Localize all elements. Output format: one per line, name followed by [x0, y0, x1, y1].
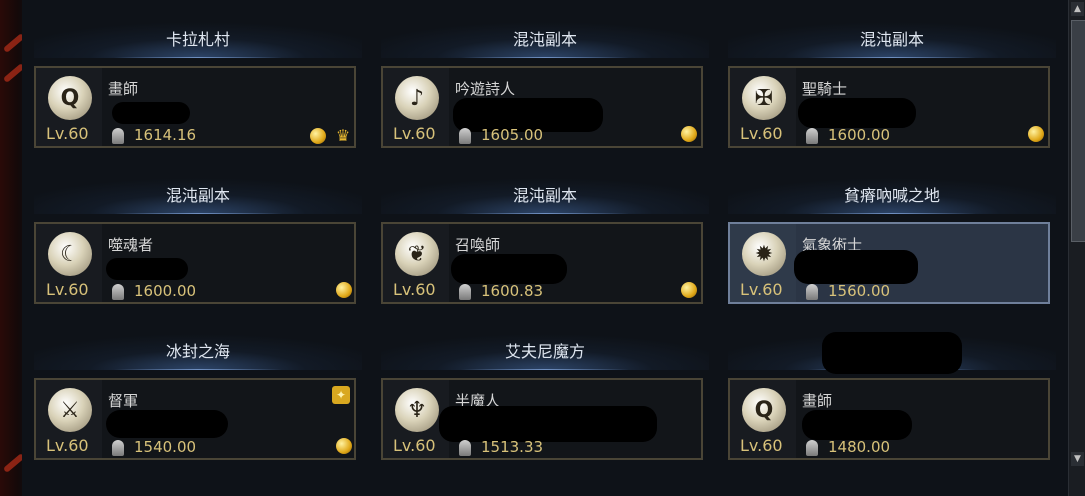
- character-slot: 混沌副本 ✠ Lv.60 聖騎士 1600.00: [728, 0, 1056, 156]
- character-card[interactable]: ✠ Lv.60 聖騎士 1600.00: [728, 66, 1050, 148]
- scroll-up-arrow-icon[interactable]: ▲: [1071, 2, 1084, 16]
- redacted-name: [112, 102, 190, 124]
- warlord-emblem-icon: ⚔: [48, 388, 92, 432]
- character-card[interactable]: ☾ Lv.60 噬魂者 1600.00: [34, 222, 356, 304]
- character-card[interactable]: ❦ Lv.60 召喚師 1600.83: [381, 222, 703, 304]
- location-label: 混沌副本: [381, 22, 709, 58]
- redacted-location: [822, 332, 962, 374]
- location-label: 混沌副本: [34, 178, 362, 214]
- gift-icon[interactable]: ✦: [332, 386, 350, 404]
- character-slot: 卡拉札村 Q Lv.60 畫師 1614.16 ♛: [34, 0, 362, 156]
- coin-icon: [310, 128, 326, 144]
- item-level: 1605.00: [481, 126, 544, 144]
- coin-icon: [336, 438, 352, 454]
- helmet-icon: [806, 284, 818, 300]
- location-label: 艾夫尼魔方: [381, 334, 709, 370]
- character-card[interactable]: ♪ Lv.60 吟遊詩人 1605.00: [381, 66, 703, 148]
- helmet-icon: [806, 440, 818, 456]
- character-slot: Q Lv.60 畫師 1480.00: [728, 312, 1056, 468]
- character-card[interactable]: Q Lv.60 畫師 1480.00: [728, 378, 1050, 460]
- scrollbar-thumb[interactable]: [1071, 20, 1085, 242]
- coin-icon: [681, 126, 697, 142]
- item-level: 1480.00: [828, 438, 891, 456]
- coin-icon: [681, 282, 697, 298]
- redacted-name: [798, 98, 916, 128]
- redacted-name: [106, 410, 228, 438]
- class-label: 督軍: [108, 392, 139, 410]
- location-label: 冰封之海: [34, 334, 362, 370]
- artist-emblem-icon: Q: [742, 388, 786, 432]
- class-label: 召喚師: [455, 236, 501, 254]
- redacted-name: [794, 250, 918, 284]
- class-label: 噬魂者: [108, 236, 154, 254]
- character-slot: 貧瘠吶喊之地 ✹ Lv.60 氣象術士 1560.00: [728, 156, 1056, 312]
- redacted-name: [106, 258, 188, 280]
- level-label: Lv.60: [393, 124, 436, 143]
- level-label: Lv.60: [393, 280, 436, 299]
- character-slot: 混沌副本 ♪ Lv.60 吟遊詩人 1605.00: [381, 0, 709, 156]
- redacted-name: [439, 406, 657, 442]
- character-card[interactable]: Q Lv.60 畫師 1614.16 ♛: [34, 66, 356, 148]
- artist-emblem-icon: Q: [48, 76, 92, 120]
- class-label: 畫師: [802, 392, 833, 410]
- item-level: 1600.00: [134, 282, 197, 300]
- location-label: 混沌副本: [381, 178, 709, 214]
- item-level: 1614.16: [134, 126, 197, 144]
- level-label: Lv.60: [46, 436, 89, 455]
- class-label: 吟遊詩人: [455, 80, 516, 98]
- crown-icon: ♛: [335, 126, 351, 145]
- item-level: 1600.00: [828, 126, 891, 144]
- helmet-icon: [112, 440, 124, 456]
- coin-icon: [1028, 126, 1044, 142]
- coin-icon: [336, 282, 352, 298]
- level-label: Lv.60: [740, 124, 783, 143]
- scroll-down-arrow-icon[interactable]: ▼: [1071, 452, 1084, 466]
- character-card[interactable]: ♆ Lv.60 半魔人 1513.33: [381, 378, 703, 460]
- helmet-icon: [806, 128, 818, 144]
- character-card-selected[interactable]: ✹ Lv.60 氣象術士 1560.00: [728, 222, 1050, 304]
- helmet-icon: [112, 284, 124, 300]
- helmet-icon: [112, 128, 124, 144]
- bard-emblem-icon: ♪: [395, 76, 439, 120]
- location-label: 卡拉札村: [34, 22, 362, 58]
- location-label: 混沌副本: [728, 22, 1056, 58]
- paladin-emblem-icon: ✠: [742, 76, 786, 120]
- helmet-icon: [459, 440, 471, 456]
- item-level: 1513.33: [481, 438, 544, 456]
- character-slot: 混沌副本 ❦ Lv.60 召喚師 1600.83: [381, 156, 709, 312]
- helmet-icon: [459, 128, 471, 144]
- aeromancer-emblem-icon: ✹: [742, 232, 786, 276]
- level-label: Lv.60: [740, 436, 783, 455]
- helmet-icon: [459, 284, 471, 300]
- scrollbar[interactable]: ▲ ▼: [1068, 0, 1085, 496]
- character-slot: 艾夫尼魔方 ♆ Lv.60 半魔人 1513.33: [381, 312, 709, 468]
- class-label: 畫師: [108, 80, 139, 98]
- character-card[interactable]: ⚔ Lv.60 督軍 1540.00 ✦: [34, 378, 356, 460]
- redacted-name: [451, 254, 567, 284]
- item-level: 1560.00: [828, 282, 891, 300]
- redacted-name: [802, 410, 912, 440]
- character-list-panel: 卡拉札村 Q Lv.60 畫師 1614.16 ♛ 混沌副本 ♪ Lv.60 吟…: [22, 0, 1068, 496]
- level-label: Lv.60: [393, 436, 436, 455]
- demonic-emblem-icon: ♆: [395, 388, 439, 432]
- level-label: Lv.60: [46, 124, 89, 143]
- souleater-emblem-icon: ☾: [48, 232, 92, 276]
- class-label: 聖騎士: [802, 80, 848, 98]
- level-label: Lv.60: [740, 280, 783, 299]
- summoner-emblem-icon: ❦: [395, 232, 439, 276]
- item-level: 1540.00: [134, 438, 197, 456]
- character-slot: 冰封之海 ⚔ Lv.60 督軍 1540.00 ✦: [34, 312, 362, 468]
- character-slot: 混沌副本 ☾ Lv.60 噬魂者 1600.00: [34, 156, 362, 312]
- level-label: Lv.60: [46, 280, 89, 299]
- item-level: 1600.83: [481, 282, 544, 300]
- location-label: 貧瘠吶喊之地: [728, 178, 1056, 214]
